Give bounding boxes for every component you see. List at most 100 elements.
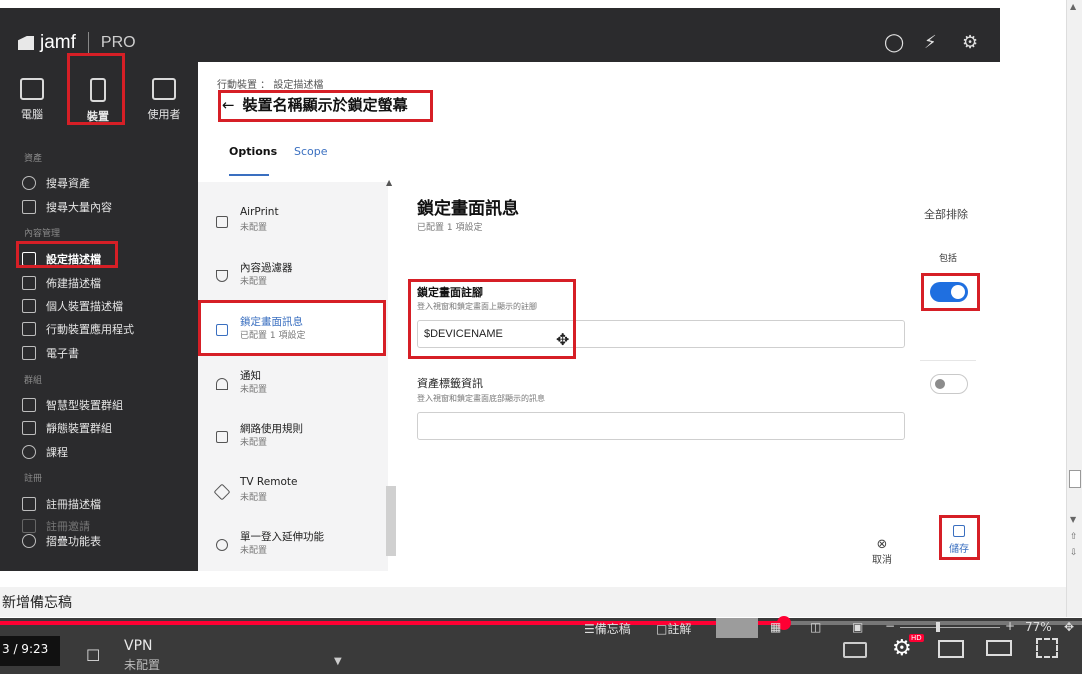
sidebar-item-enroll-profiles[interactable]: 註冊描述檔 (22, 496, 101, 512)
sidebar-item-label: 佈建描述檔 (46, 277, 101, 290)
sidebar-item-mobile-apps[interactable]: 行動裝置應用程式 (22, 321, 134, 337)
sidebar-item-search-inventory[interactable]: 搜尋資產 (22, 175, 90, 191)
printer-icon (216, 216, 228, 228)
payload-status: 未配置 (240, 385, 268, 395)
breadcrumb[interactable]: 行動裝置 ： 設定描述檔 (217, 76, 323, 91)
normal-view-button[interactable] (716, 618, 758, 638)
page-up-icon[interactable]: ⇧ (1070, 532, 1078, 542)
payload-status: 未配置 (240, 277, 268, 287)
scroll-thumb[interactable] (1069, 470, 1081, 488)
asset-tag-label: 資產標籤資訊 (417, 377, 483, 390)
notes-bar[interactable]: 新增備忘稿 (0, 587, 1066, 617)
zoom-out-button[interactable]: − (885, 619, 895, 633)
notes-placeholder: 新增備忘稿 (2, 595, 72, 611)
include-label: 包括 (939, 254, 958, 264)
asset-tag-input[interactable] (417, 412, 905, 440)
sidebar-item-provisioning[interactable]: 佈建描述檔 (22, 275, 101, 291)
divider (920, 360, 976, 361)
sidebar-item-label: 電子書 (46, 347, 79, 360)
sidebar-item-label: 搜尋大量內容 (46, 201, 112, 214)
dropdown-arrow-icon[interactable]: ▼ (334, 656, 342, 667)
user-icon[interactable]: ◯ (884, 32, 904, 53)
sidebar-item-label: 行動裝置應用程式 (46, 323, 134, 336)
main-panel: 行動裝置 ： 設定描述檔 ← 裝置名稱顯示於鎖定螢幕 Options Scope … (198, 62, 1000, 571)
highlight-footnote (408, 279, 576, 359)
payload-status: 未配置 (240, 223, 268, 233)
comments-button[interactable]: □註解 (656, 620, 691, 637)
fit-slide-icon[interactable]: ✥ (1064, 620, 1074, 634)
laptop-icon (20, 78, 44, 100)
highlight-devices (67, 53, 125, 125)
network-icon (216, 431, 228, 443)
nav-users[interactable]: 使用者 (138, 78, 190, 122)
logo-suffix: PRO (100, 34, 136, 51)
jamf-logo-icon (18, 36, 34, 50)
fullscreen-icon[interactable] (1036, 638, 1058, 658)
sidebar-item-label: 搜尋資產 (46, 177, 90, 190)
static-group-icon (22, 421, 36, 435)
edit-document-icon (22, 497, 36, 511)
detail-heading: 鎖定畫面訊息 (417, 199, 519, 219)
document-user-icon (22, 299, 36, 313)
sidebar-item-personal-profiles[interactable]: 個人裝置描述檔 (22, 298, 123, 314)
close-circle-icon: ⊗ (876, 537, 888, 552)
zoom-level[interactable]: 77% (1025, 620, 1052, 634)
scroll-up-icon[interactable]: ▲ (386, 178, 392, 187)
bell-icon (216, 378, 228, 390)
highlight-lock-screen (198, 300, 386, 356)
zoom-in-button[interactable]: + (1005, 619, 1015, 633)
sidebar-item-static-groups[interactable]: 靜態裝置群組 (22, 420, 112, 436)
highlight-save (939, 515, 980, 560)
payload-title: 內容過濾器 (240, 262, 293, 274)
sidebar-item-search-volume[interactable]: 搜尋大量內容 (22, 199, 112, 215)
sidebar-item-smart-groups[interactable]: 智慧型裝置群組 (22, 397, 123, 413)
payload-scrollbar[interactable] (386, 486, 396, 556)
scroll-up-arrow-icon[interactable]: ▲ (1070, 2, 1076, 11)
jamf-logo[interactable]: jamf PRO (18, 32, 136, 54)
notes-icon: ☰ (584, 622, 595, 636)
cancel-button[interactable]: ⊗ 取消 (862, 538, 902, 566)
exclude-all-button[interactable]: 全部排除 (924, 206, 968, 222)
nav-users-label: 使用者 (147, 108, 181, 121)
sidebar-item-classes[interactable]: 課程 (22, 444, 68, 460)
video-controls: 3 / 9:23 ☐ VPN 未配置 ▼ ☰備忘稿 □註解 ▦ ◫ ▣ − + … (0, 616, 1082, 674)
sidebar-item-label: 註冊邀請 (46, 520, 90, 533)
collapse-menu-button[interactable]: 摺疊功能表 (22, 533, 101, 549)
book-icon (22, 346, 36, 360)
payload-title: TV Remote (240, 476, 298, 488)
theater-mode-icon[interactable] (986, 640, 1012, 656)
nav-computers[interactable]: 電腦 (6, 78, 58, 122)
tab-scope[interactable]: Scope (294, 145, 328, 158)
window: jamf PRO ◯ ⚡ ⚙ 電腦 裝置 使用者 資產 搜尋資產 搜尋大量內容 … (0, 0, 1082, 674)
hd-badge: HD (909, 634, 924, 642)
sidebar-item-enroll-invites[interactable]: 註冊邀請 (22, 518, 90, 534)
arrow-left-circle-icon (22, 534, 36, 548)
sidebar-item-label: 智慧型裝置群組 (46, 399, 123, 412)
miniplayer-icon[interactable] (938, 640, 964, 658)
reading-view-icon[interactable]: ◫ (810, 620, 821, 634)
tab-underline (229, 174, 269, 176)
vpn-title: VPN (124, 638, 153, 654)
sidebar-item-label: 靜態裝置群組 (46, 422, 112, 435)
page-down-icon[interactable]: ⇩ (1070, 548, 1078, 558)
right-scrollbar[interactable]: ▲ ▼ ⇧ ⇩ (1066, 0, 1082, 617)
asset-tag-include-toggle[interactable] (930, 374, 968, 394)
payload-title: AirPrint (240, 206, 279, 218)
subtitles-icon[interactable] (843, 642, 867, 658)
search-icon (22, 176, 36, 190)
gear-icon[interactable]: ⚙ (962, 32, 978, 53)
sidebar-item-ebooks[interactable]: 電子書 (22, 345, 79, 361)
lock-icon: ☐ (86, 646, 101, 665)
lightning-icon[interactable]: ⚡ (924, 32, 937, 53)
notes-button[interactable]: ☰備忘稿 (584, 620, 631, 637)
zoom-slider[interactable] (900, 627, 1000, 628)
scroll-down-arrow-icon[interactable]: ▼ (1070, 515, 1076, 524)
sidebar-item-label: 註冊描述檔 (46, 498, 101, 511)
section-enroll: 註冊 (24, 474, 43, 484)
presenter-icon[interactable]: ▣ (852, 620, 863, 634)
app-store-icon (22, 322, 36, 336)
slide-sorter-icon[interactable]: ▦ (770, 620, 781, 634)
zoom-handle[interactable] (936, 622, 940, 632)
tab-options[interactable]: Options (229, 145, 277, 158)
logo-text: jamf (40, 32, 76, 53)
